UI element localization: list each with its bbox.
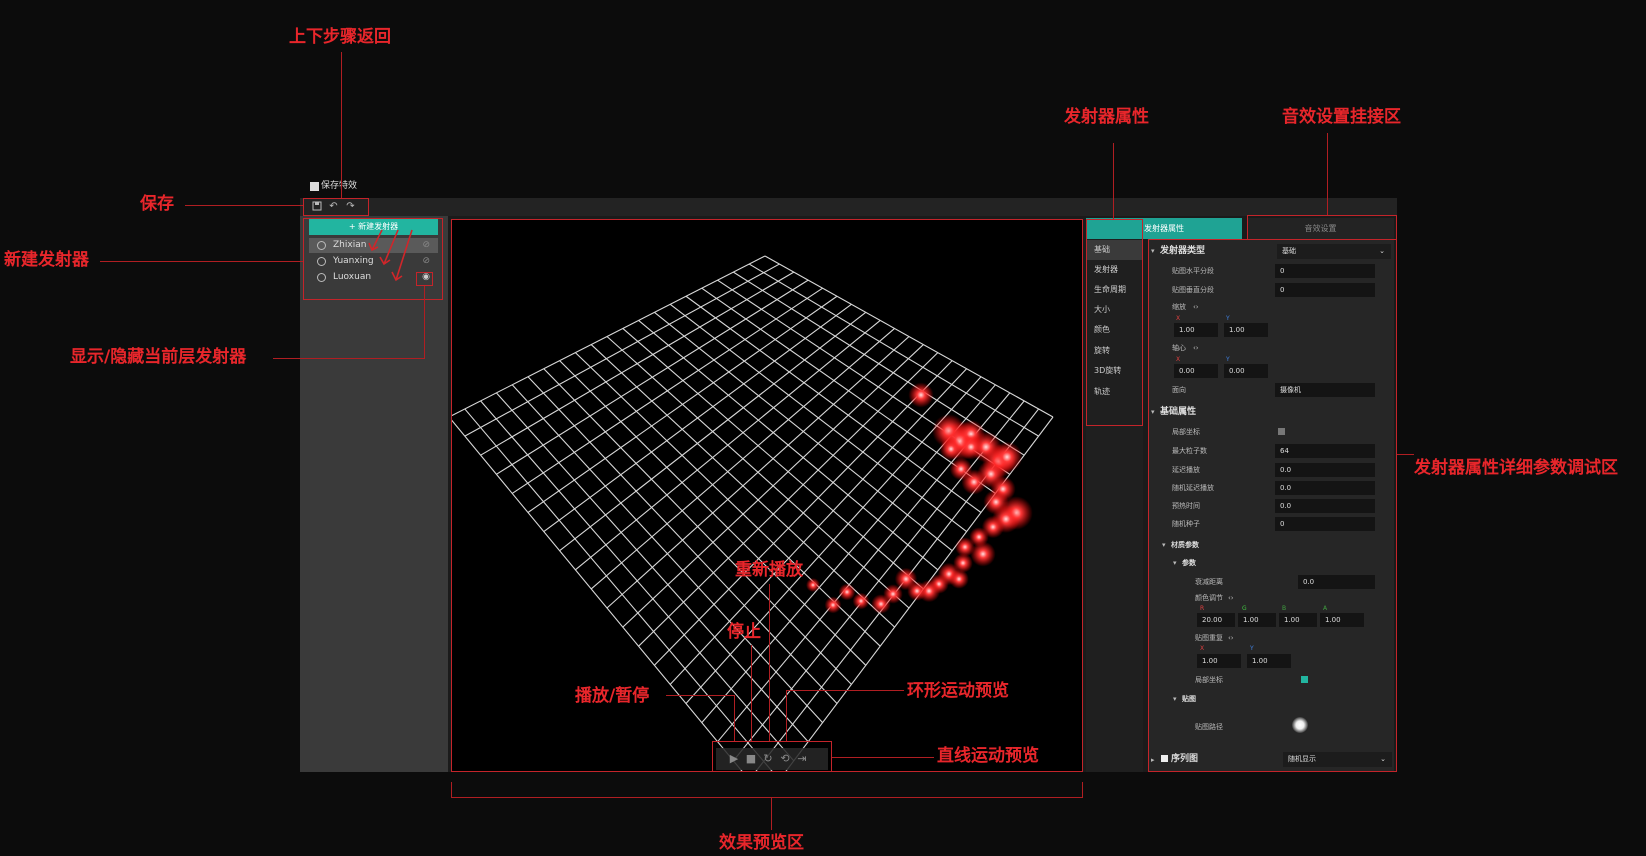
annot-line — [1082, 782, 1083, 797]
annot-new-emitter: 新建发射器 — [4, 250, 89, 270]
annot-line — [832, 757, 934, 758]
annot-line — [1397, 454, 1414, 455]
annot-toggle-visibility: 显示/隐藏当前层发射器 — [70, 347, 247, 367]
annot-arrows — [368, 229, 413, 282]
annot-line — [100, 261, 303, 262]
annot-restart: 重新播放 — [735, 560, 803, 580]
annot-box-toolbar — [303, 198, 369, 216]
annot-line — [341, 52, 342, 198]
annot-line — [734, 695, 735, 741]
annot-box-sound-tab — [1247, 215, 1397, 240]
annot-line — [273, 358, 425, 359]
toolbar — [300, 198, 1397, 216]
annot-emitter-attributes: 发射器属性 — [1064, 107, 1149, 127]
annot-undo-redo: 上下步骤返回 — [289, 27, 391, 47]
annot-line — [451, 782, 452, 797]
annot-box-props — [1148, 239, 1397, 772]
annot-loop-preview: 环形运动预览 — [907, 681, 1009, 701]
annot-stop: 停止 — [727, 622, 761, 642]
annot-line — [786, 690, 904, 691]
annot-line — [451, 797, 1083, 798]
annot-line-preview: 直线运动预览 — [937, 746, 1039, 766]
annot-line — [769, 584, 770, 741]
annot-line — [786, 690, 787, 741]
annot-save: 保存 — [140, 194, 174, 214]
save-effect-checkbox[interactable] — [310, 182, 319, 191]
annot-box-side-tabs — [1086, 219, 1143, 426]
annot-line — [751, 645, 752, 741]
annot-line — [424, 286, 425, 358]
save-effect-label: 保存特效 — [321, 181, 358, 191]
annot-line — [1113, 143, 1114, 219]
annot-play-pause: 播放/暂停 — [575, 686, 650, 706]
annot-line — [666, 695, 734, 696]
annot-detail-params: 发射器属性详细参数调试区 — [1414, 458, 1618, 478]
annot-box-playback — [712, 741, 832, 772]
annot-line — [1327, 133, 1328, 215]
annot-line — [771, 797, 772, 830]
annot-sound-settings: 音效设置挂接区 — [1282, 107, 1401, 127]
annot-preview-area: 效果预览区 — [719, 833, 804, 853]
annot-line — [185, 205, 303, 206]
